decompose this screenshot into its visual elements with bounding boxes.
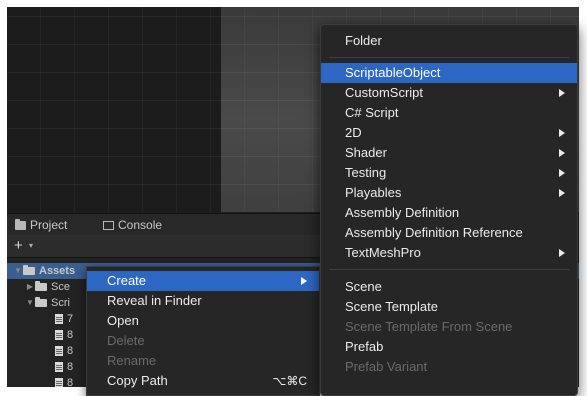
menu-item-reveal-in-finder[interactable]: Reveal in Finder <box>87 291 319 311</box>
script-file-icon <box>55 314 63 324</box>
menu-item-label: Copy Path <box>107 373 168 388</box>
tree-row[interactable]: 8 <box>7 343 73 359</box>
tree-row[interactable]: 8 <box>7 375 73 387</box>
tab-console-label: Console <box>118 218 163 232</box>
create-submenu: Folder ScriptableObject CustomScript C# … <box>320 24 578 396</box>
tree-row-label: Assets <box>39 265 76 277</box>
folder-icon <box>15 218 26 230</box>
menu-item-label: 2D <box>345 125 362 140</box>
tab-project[interactable]: Project <box>15 214 67 236</box>
expand-triangle-icon[interactable]: ▼ <box>25 295 35 311</box>
menu-item-customscript[interactable]: CustomScript <box>321 83 577 103</box>
menu-item-label: Reveal in Finder <box>107 293 202 308</box>
menu-item-label: Assembly Definition <box>345 205 460 220</box>
menu-item-label: Playables <box>345 185 402 200</box>
expand-triangle-icon[interactable]: ▼ <box>13 263 23 279</box>
tree-row-label: 7 <box>67 313 74 325</box>
menu-item-label: Scene Template <box>345 299 438 314</box>
menu-item-folder[interactable]: Folder <box>321 31 577 51</box>
menu-item-rename: Rename <box>87 351 319 371</box>
menu-item-playables[interactable]: Playables <box>321 183 577 203</box>
menu-item-assembly-definition-reference[interactable]: Assembly Definition Reference <box>321 223 577 243</box>
menu-item-label: Folder <box>345 33 382 48</box>
menu-item-label: C# Script <box>345 105 399 120</box>
menu-item-create[interactable]: Create <box>87 271 319 291</box>
folder-icon <box>35 281 47 291</box>
menu-item-testing[interactable]: Testing <box>321 163 577 183</box>
tree-row[interactable]: 8 <box>7 327 73 343</box>
tree-row[interactable]: 8 <box>7 359 73 375</box>
submenu-arrow-icon <box>559 249 565 257</box>
script-file-icon <box>55 378 63 387</box>
menu-item-scene-template[interactable]: Scene Template <box>321 297 577 317</box>
menu-item-assembly-definition[interactable]: Assembly Definition <box>321 203 577 223</box>
menu-item-copy-path[interactable]: Copy Path ⌥⌘C <box>87 371 319 391</box>
submenu-arrow-icon <box>559 149 565 157</box>
menu-item-label: Assembly Definition Reference <box>345 225 523 240</box>
menu-separator <box>329 269 569 270</box>
menu-item-label: Scene Template From Scene <box>345 319 513 334</box>
menu-separator <box>329 57 569 58</box>
tree-row-label: Scri <box>51 297 70 309</box>
tree-row-label: 8 <box>67 345 74 357</box>
menu-item-label: Scene <box>345 279 382 294</box>
submenu-arrow-icon <box>559 89 565 97</box>
menu-item-label: Shader <box>345 145 387 160</box>
menu-item-csharp-script[interactable]: C# Script <box>321 103 577 123</box>
menu-item-label: TextMeshPro <box>345 245 421 260</box>
menu-item-prefab-variant: Prefab Variant <box>321 357 577 377</box>
tab-project-label: Project <box>30 218 68 232</box>
submenu-arrow-icon <box>559 169 565 177</box>
script-file-icon <box>55 346 63 356</box>
menu-item-label: ScriptableObject <box>345 65 441 80</box>
menu-item-label: Rename <box>107 353 157 368</box>
menu-item-label: Testing <box>345 165 387 180</box>
script-file-icon <box>55 330 63 340</box>
console-icon <box>103 220 114 230</box>
menu-item-scene[interactable]: Scene <box>321 277 577 297</box>
menu-item-label: Open <box>107 313 139 328</box>
menu-item-scene-template-from-scene: Scene Template From Scene <box>321 317 577 337</box>
tree-row[interactable]: ▶ Sce <box>7 279 70 295</box>
tree-row-label: 8 <box>67 377 74 387</box>
chevron-down-icon[interactable]: ▾ <box>29 241 33 250</box>
context-menu: Create Reveal in Finder Open Delete Rena… <box>86 266 320 396</box>
tree-row[interactable]: ▼ Scri <box>7 295 70 311</box>
menu-item-delete: Delete <box>87 331 319 351</box>
submenu-arrow-icon <box>301 277 307 285</box>
add-button[interactable]: + <box>14 237 23 254</box>
menu-item-textmeshpro[interactable]: TextMeshPro <box>321 243 577 263</box>
menu-item-label: CustomScript <box>345 85 424 100</box>
tree-row[interactable]: 7 <box>7 311 73 327</box>
menu-item-open[interactable]: Open <box>87 311 319 331</box>
folder-icon <box>23 265 35 275</box>
menu-item-label: Create <box>107 273 147 288</box>
menu-item-shader[interactable]: Shader <box>321 143 577 163</box>
tree-row-label: Sce <box>51 281 70 293</box>
menu-item-label: Delete <box>107 333 145 348</box>
collapse-triangle-icon[interactable]: ▶ <box>25 279 35 295</box>
menu-item-prefab[interactable]: Prefab <box>321 337 577 357</box>
shortcut-label: ⌥⌘C <box>272 374 308 388</box>
script-file-icon <box>55 362 63 372</box>
menu-item-label: Prefab <box>345 339 384 354</box>
submenu-arrow-icon <box>559 129 565 137</box>
tree-row-label: 8 <box>67 361 74 373</box>
tab-console[interactable]: Console <box>103 214 162 236</box>
menu-item-2d[interactable]: 2D <box>321 123 577 143</box>
submenu-arrow-icon <box>559 189 565 197</box>
folder-icon <box>35 297 47 307</box>
menu-item-label: Prefab Variant <box>345 359 428 374</box>
tree-row-label: 8 <box>67 329 74 341</box>
menu-item-scriptableobject[interactable]: ScriptableObject <box>321 63 577 83</box>
